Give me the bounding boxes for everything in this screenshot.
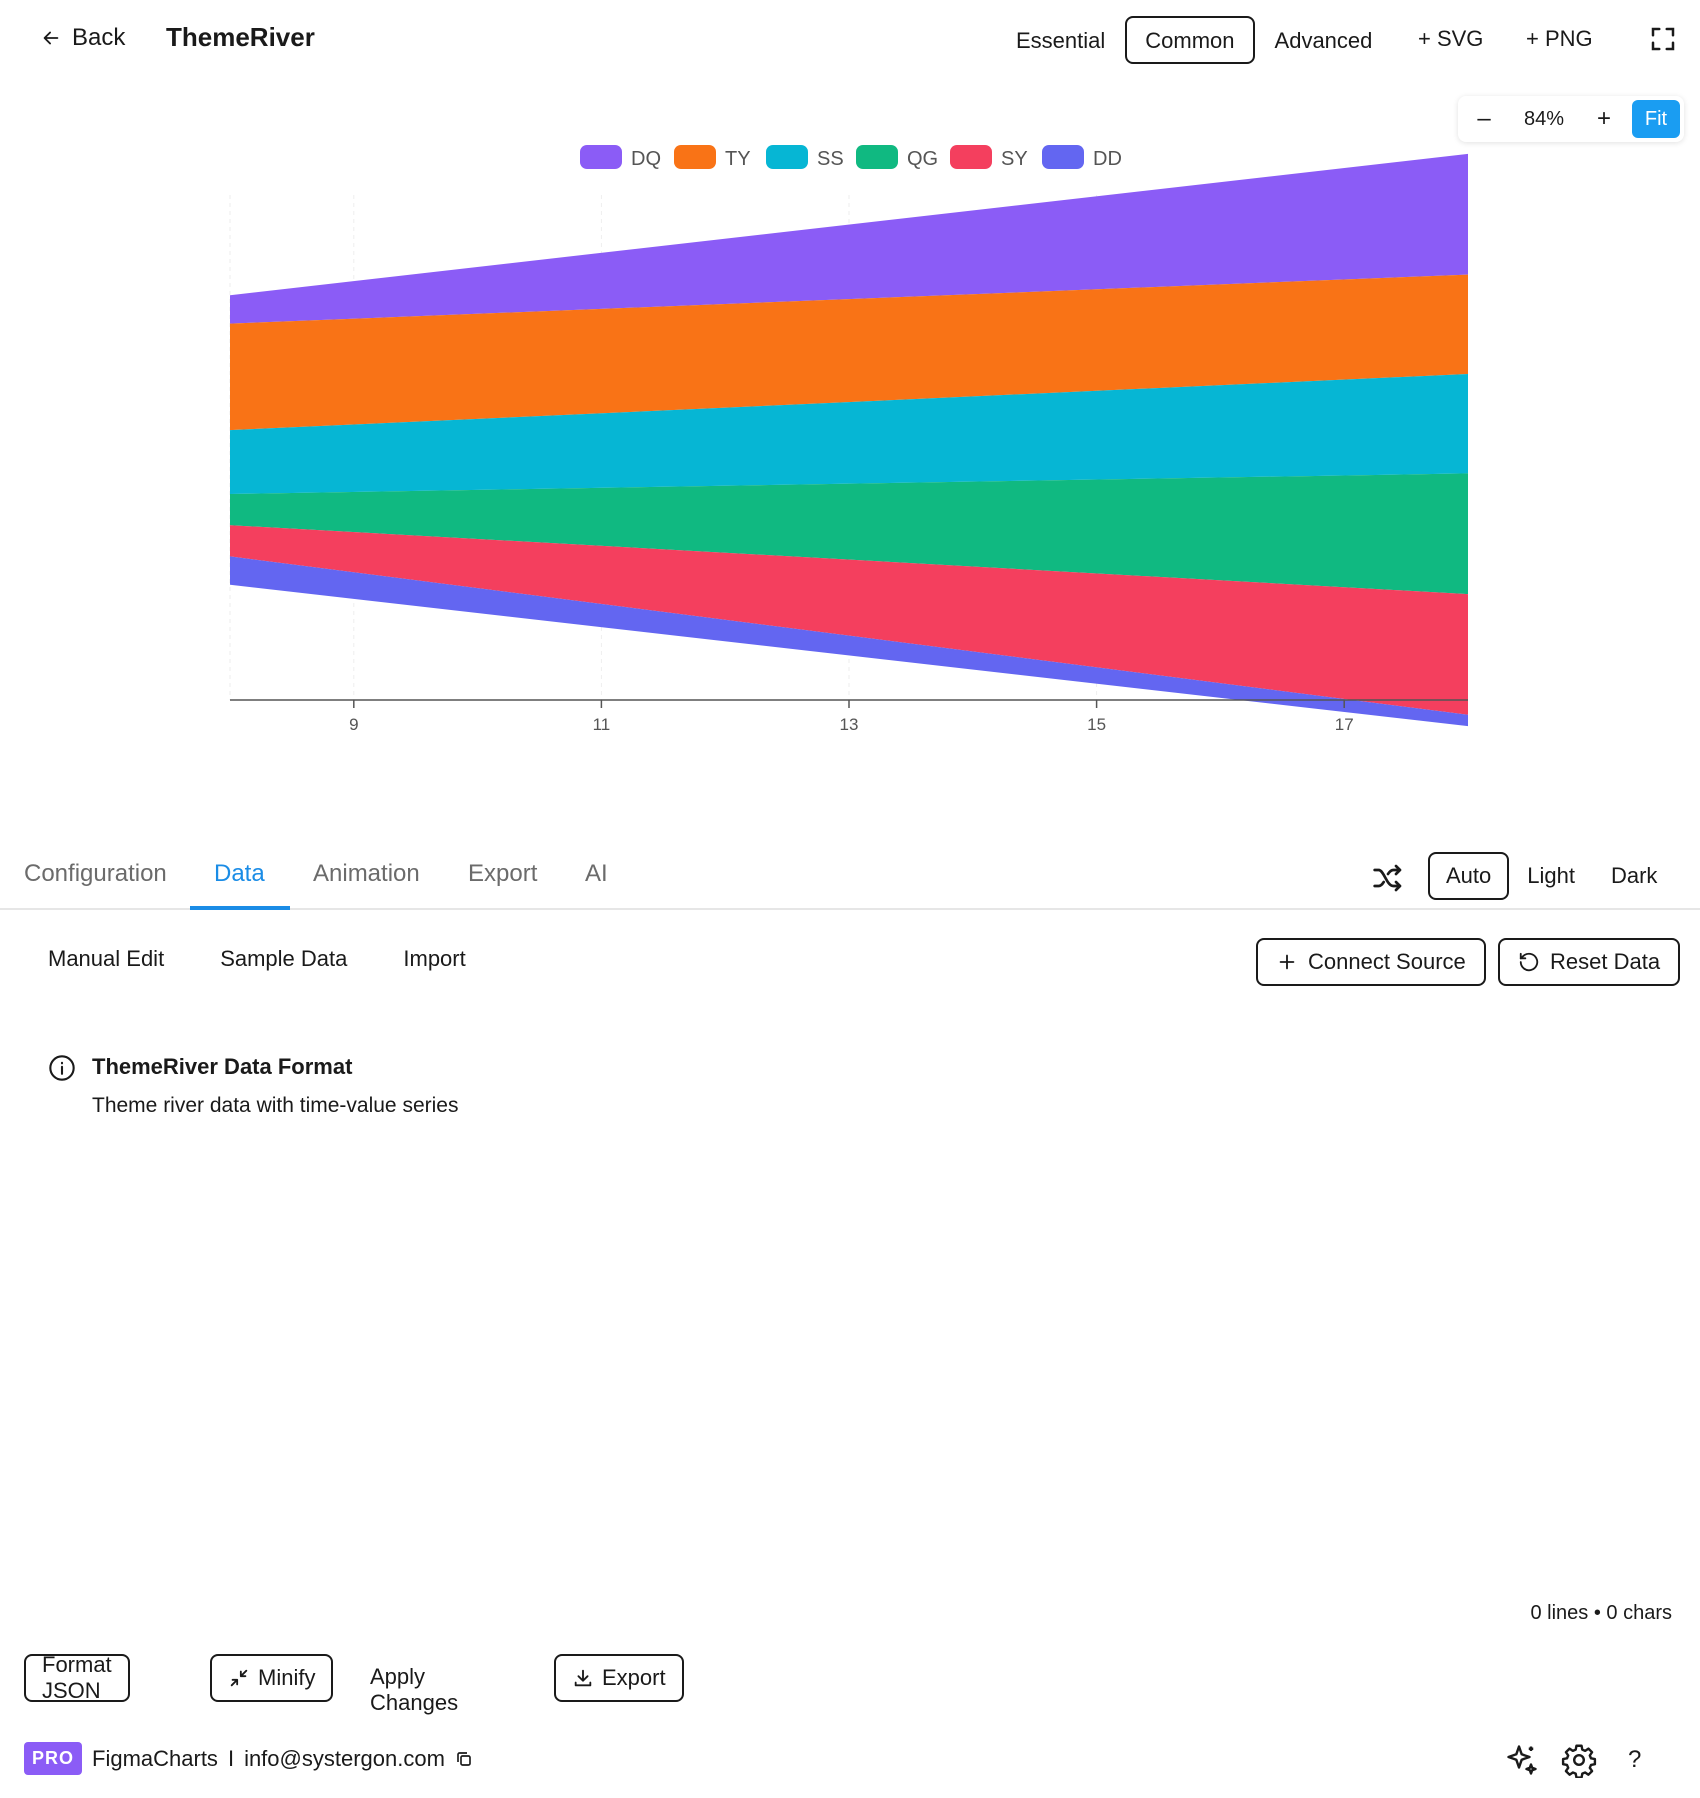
legend-swatch xyxy=(766,145,808,169)
x-tick-label: 11 xyxy=(593,715,611,734)
subtab-sample-data[interactable]: Sample Data xyxy=(220,946,347,972)
apply-changes-button[interactable]: Apply Changes xyxy=(370,1664,458,1716)
rotate-ccw-icon xyxy=(1519,952,1539,972)
legend-item-sy[interactable]: SY xyxy=(950,145,1028,170)
tier-advanced[interactable]: Advanced xyxy=(1255,16,1393,64)
help-button[interactable]: ? xyxy=(1628,1746,1641,1774)
legend-swatch xyxy=(856,145,898,169)
export-button[interactable]: Export xyxy=(554,1654,684,1702)
legend-label: QG xyxy=(907,148,938,170)
info-title: ThemeRiver Data Format xyxy=(92,1054,353,1079)
theme-light[interactable]: Light xyxy=(1509,852,1593,900)
x-tick-label: 9 xyxy=(349,715,358,734)
legend-item-ss[interactable]: SS xyxy=(766,145,844,170)
legend-label: TY xyxy=(725,148,751,170)
theme-auto[interactable]: Auto xyxy=(1428,852,1510,900)
connect-source-button[interactable]: Connect Source xyxy=(1256,938,1486,986)
connect-source-label: Connect Source xyxy=(1308,949,1466,974)
x-tick-label: 13 xyxy=(840,715,859,734)
legend-swatch xyxy=(1042,145,1084,169)
tier-switcher: Essential Common Advanced xyxy=(996,16,1392,64)
arrow-left-icon xyxy=(43,31,59,45)
tab-ai[interactable]: AI xyxy=(585,860,608,888)
subtab-manual-edit[interactable]: Manual Edit xyxy=(48,946,164,972)
footer-separator: I xyxy=(227,1745,235,1771)
x-tick-label: 17 xyxy=(1335,715,1354,734)
minify-label: Minify xyxy=(258,1665,316,1690)
legend-label: SS xyxy=(817,148,844,170)
info-circle-icon xyxy=(49,1055,75,1081)
tier-essential[interactable]: Essential xyxy=(996,16,1125,64)
themeriver-chart: 9 11 13 15 17 DQ TY SS QG SY DD xyxy=(229,145,1468,734)
theme-dark[interactable]: Dark xyxy=(1593,852,1675,900)
brand-name: FigmaCharts xyxy=(92,1745,218,1771)
theme-switcher: Auto Light Dark xyxy=(1428,852,1675,900)
editor-tabs: Configuration Data Animation Export AI A… xyxy=(0,840,1700,910)
minimize-arrows-icon xyxy=(230,1669,248,1687)
legend-item-ty[interactable]: TY xyxy=(674,145,751,170)
page-title: ThemeRiver xyxy=(166,22,315,52)
tab-animation[interactable]: Animation xyxy=(313,860,420,888)
back-label: Back xyxy=(72,24,126,51)
editor-stats: 0 lines • 0 chars xyxy=(1530,1602,1672,1624)
legend-label: SY xyxy=(1001,148,1028,170)
expand-icon[interactable] xyxy=(1648,24,1678,54)
legend-swatch xyxy=(950,145,992,169)
top-bar: Back ThemeRiver Essential Common Advance… xyxy=(0,0,1700,80)
tab-configuration[interactable]: Configuration xyxy=(24,860,167,888)
copy-icon[interactable] xyxy=(455,1750,473,1768)
shuffle-icon[interactable] xyxy=(1372,862,1404,894)
plus-icon xyxy=(1279,954,1295,970)
active-tab-indicator xyxy=(190,906,290,910)
subtab-import[interactable]: Import xyxy=(403,946,465,972)
format-json-button[interactable]: Format JSON xyxy=(24,1652,130,1703)
add-png-button[interactable]: + PNG xyxy=(1526,26,1593,52)
legend-swatch xyxy=(674,145,716,169)
chart-legend: DQ TY SS QG SY DD xyxy=(580,145,1122,170)
pro-badge: PRO xyxy=(24,1742,83,1775)
data-subtabs: Manual Edit Sample Data Import xyxy=(48,946,466,972)
minify-button[interactable]: Minify xyxy=(210,1654,334,1702)
tab-data[interactable]: Data xyxy=(214,860,265,888)
export-label: Export xyxy=(602,1665,666,1690)
download-icon xyxy=(574,1669,592,1687)
back-button[interactable]: Back xyxy=(40,24,125,52)
gear-icon[interactable] xyxy=(1561,1742,1597,1778)
x-tick-label: 15 xyxy=(1087,715,1106,734)
tab-export[interactable]: Export xyxy=(468,860,537,888)
legend-item-dd[interactable]: DD xyxy=(1042,145,1122,170)
legend-swatch xyxy=(580,145,622,169)
contact-email[interactable]: info@systergon.com xyxy=(244,1746,445,1772)
reset-data-button[interactable]: Reset Data xyxy=(1498,938,1681,986)
legend-item-dq[interactable]: DQ xyxy=(580,145,661,170)
legend-label: DQ xyxy=(631,148,661,170)
add-svg-button[interactable]: + SVG xyxy=(1418,26,1483,52)
tier-common[interactable]: Common xyxy=(1125,16,1255,64)
legend-label: DD xyxy=(1093,148,1122,170)
sparkles-icon[interactable] xyxy=(1504,1742,1540,1778)
footer: PRO FigmaCharts I info@systergon.com xyxy=(24,1742,473,1775)
legend-item-qg[interactable]: QG xyxy=(856,145,938,170)
reset-data-label: Reset Data xyxy=(1550,949,1661,974)
format-json-label: Format JSON xyxy=(42,1652,112,1703)
info-description: Theme river data with time-value series xyxy=(92,1094,459,1117)
